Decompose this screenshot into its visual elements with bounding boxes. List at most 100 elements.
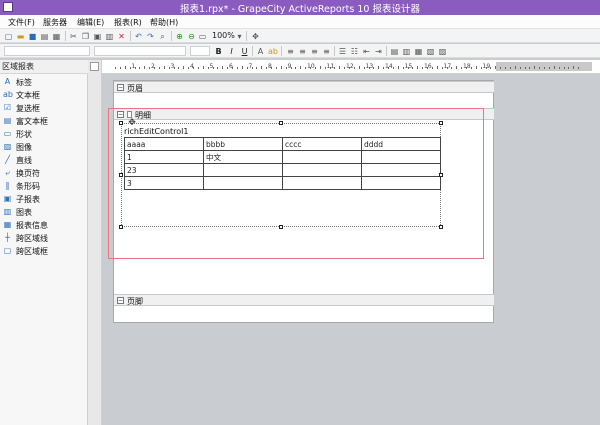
band-page-footer[interactable]: − 页脚	[114, 294, 494, 306]
table-cell[interactable]: aaaa	[124, 137, 204, 151]
table-cell[interactable]	[361, 163, 441, 177]
ruler-corner[interactable]	[90, 62, 99, 71]
toolbox-item-picture[interactable]: ▨ 图像	[2, 141, 86, 154]
align-center-icon[interactable]: ≡	[298, 47, 307, 56]
table-cell[interactable]: cccc	[282, 137, 362, 151]
toolbox-item-textbox[interactable]: ab 文本框	[2, 89, 86, 102]
open-folder-icon[interactable]: ▬	[16, 32, 25, 41]
table-cell[interactable]	[361, 150, 441, 164]
menu-edit[interactable]: 编辑(E)	[77, 17, 104, 28]
preview-icon[interactable]: ▦	[52, 32, 61, 41]
collapse-icon[interactable]: −	[117, 297, 124, 304]
delete-icon[interactable]: ✕	[117, 32, 126, 41]
find-icon[interactable]: ⌕	[158, 32, 167, 41]
menu-help[interactable]: 帮助(H)	[150, 17, 178, 28]
paste-format-icon[interactable]: ▥	[105, 32, 114, 41]
ruler-tick	[524, 67, 526, 69]
text-color-icon[interactable]: A	[256, 47, 265, 56]
redo-icon[interactable]: ↷	[146, 32, 155, 41]
table-cell[interactable]	[282, 176, 362, 190]
resize-handle[interactable]	[119, 225, 123, 229]
order-tools-icon[interactable]: ▧	[426, 47, 435, 56]
resize-handle[interactable]	[439, 173, 443, 177]
move-icon[interactable]: ✥	[251, 32, 260, 41]
table-cell[interactable]: 23	[124, 163, 204, 177]
zoom-in-icon[interactable]: ⊕	[175, 32, 184, 41]
zoom-select-icon[interactable]: ▭	[198, 32, 207, 41]
zoom-level[interactable]: 100%	[212, 31, 235, 40]
table-cell[interactable]: 3	[124, 176, 204, 190]
menu-report[interactable]: 报表(R)	[114, 17, 142, 28]
ruler-tick	[207, 67, 209, 69]
bullets-icon[interactable]: ☰	[338, 47, 347, 56]
toolbox-item-richtext[interactable]: ▤ 富文本框	[2, 115, 86, 128]
grid-tools-icon[interactable]: ▨	[438, 47, 447, 56]
underline-icon[interactable]: U	[240, 47, 249, 56]
table-cell[interactable]	[361, 176, 441, 190]
crosssection-box-icon: ▢	[3, 246, 12, 255]
zoom-out-icon[interactable]: ⊖	[187, 32, 196, 41]
font-size-combo[interactable]	[190, 46, 210, 56]
outdent-icon[interactable]: ⇤	[362, 47, 371, 56]
table-cell[interactable]	[282, 150, 362, 164]
table-cell[interactable]	[203, 163, 283, 177]
toolbox-item-shape[interactable]: ▭ 形状	[2, 128, 86, 141]
save-icon[interactable]: ■	[28, 32, 37, 41]
toolbox-item-reportinfo[interactable]: ▦ 报表信息	[2, 219, 86, 232]
toolbox-item-checkbox[interactable]: ☑ 复选框	[2, 102, 86, 115]
bold-icon[interactable]: B	[214, 47, 223, 56]
copy-icon[interactable]: ❐	[81, 32, 90, 41]
ruler-tick	[236, 67, 238, 69]
italic-icon[interactable]: I	[227, 47, 236, 56]
ruler-tick	[217, 67, 219, 69]
numbering-icon[interactable]: ☷	[350, 47, 359, 56]
table-cell[interactable]: bbbb	[203, 137, 283, 151]
align-right-icon[interactable]: ≡	[310, 47, 319, 56]
toolbox-item-crosssection-line[interactable]: ┼ 跨区域线	[2, 232, 86, 245]
table-cell[interactable]	[282, 163, 362, 177]
resize-handle[interactable]	[439, 225, 443, 229]
undo-icon[interactable]: ↶	[134, 32, 143, 41]
resize-handle[interactable]	[439, 121, 443, 125]
toolbox-item-line[interactable]: ╱ 直线	[2, 154, 86, 167]
print-icon[interactable]: ▤	[40, 32, 49, 41]
indent-icon[interactable]: ⇥	[374, 47, 383, 56]
table-cell[interactable]: 1	[124, 150, 204, 164]
rich-text-table[interactable]: aaaa bbbb cccc dddd 1 中文 23 3	[124, 137, 441, 190]
justify-icon[interactable]: ≡	[322, 47, 331, 56]
toolbox-item-barcode[interactable]: ‖ 条形码	[2, 180, 86, 193]
toolbox-item-subreport[interactable]: ▣ 子报表	[2, 193, 86, 206]
table-cell[interactable]: dddd	[361, 137, 441, 151]
toolbox-item-crosssection-box[interactable]: ▢ 跨区域框	[2, 245, 86, 258]
align-tools-icon[interactable]: ▤	[390, 47, 399, 56]
size-tools-icon[interactable]: ▥	[402, 47, 411, 56]
cut-icon[interactable]: ✂	[69, 32, 78, 41]
ruler-tick	[568, 67, 570, 69]
toolbox-item-chart[interactable]: ▥ 图表	[2, 206, 86, 219]
menu-file[interactable]: 文件(F)	[8, 17, 35, 28]
table-cell[interactable]	[203, 176, 283, 190]
toolbox-item-label[interactable]: A 标签	[2, 76, 86, 89]
collapse-icon[interactable]: −	[117, 84, 124, 91]
ruler-number: 13	[365, 63, 374, 70]
chevron-down-icon[interactable]: ▾	[235, 32, 244, 41]
crosssection-line-icon: ┼	[5, 233, 10, 242]
font-combo[interactable]	[94, 46, 186, 56]
resize-handle[interactable]	[279, 225, 283, 229]
ruler-tick	[305, 67, 307, 69]
table-cell[interactable]: 中文	[203, 150, 283, 164]
move-handle-icon[interactable]: ✥	[127, 118, 137, 128]
spacing-tools-icon[interactable]: ▦	[414, 47, 423, 56]
align-left-icon[interactable]: ≡	[286, 47, 295, 56]
band-page-header[interactable]: − 页眉	[114, 81, 494, 93]
resize-handle[interactable]	[119, 173, 123, 177]
resize-handle[interactable]	[279, 121, 283, 125]
toolbox-item-pagebreak[interactable]: ⤶ 换页符	[2, 167, 86, 180]
style-combo[interactable]	[4, 46, 90, 56]
paste-icon[interactable]: ▣	[93, 32, 102, 41]
new-icon[interactable]: ▢	[4, 32, 13, 41]
menu-server[interactable]: 服务器	[43, 17, 67, 28]
pagebreak-icon: ⤶	[5, 168, 10, 177]
spellcheck-icon[interactable]: ab	[268, 47, 278, 56]
resize-handle[interactable]	[119, 121, 123, 125]
